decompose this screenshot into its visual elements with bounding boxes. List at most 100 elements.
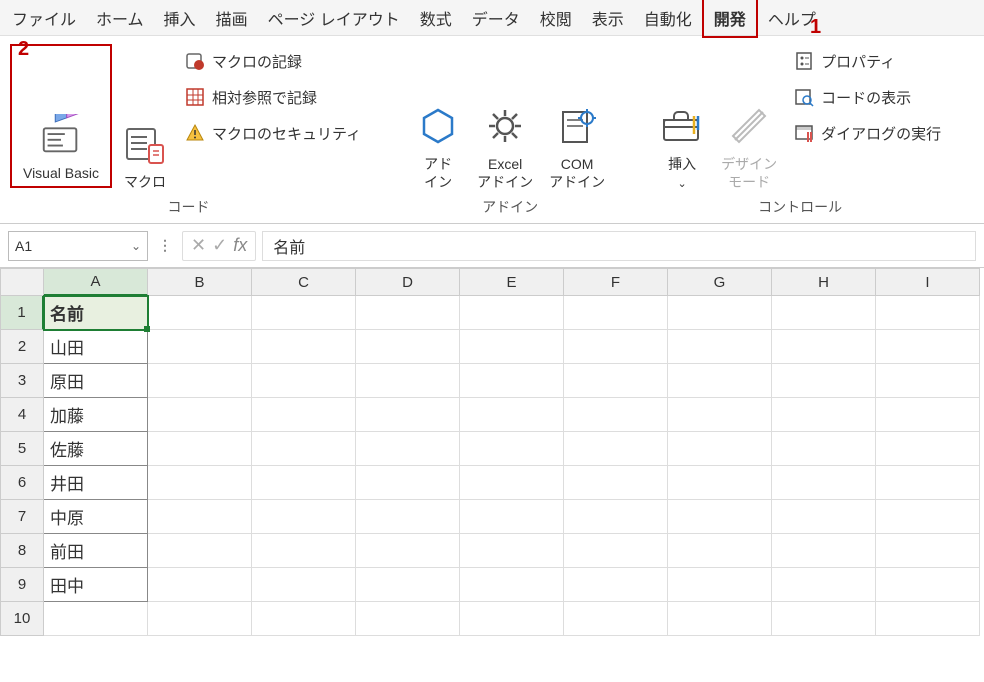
cell-C1[interactable] — [252, 296, 356, 330]
view-code-button[interactable]: コードの表示 — [787, 82, 947, 112]
cell-H9[interactable] — [772, 568, 876, 602]
cell-I4[interactable] — [876, 398, 980, 432]
design-mode-button[interactable]: デザイン モード — [713, 42, 785, 195]
com-addins-button[interactable]: COM アドイン — [541, 42, 613, 195]
cell-F4[interactable] — [564, 398, 668, 432]
cell-F8[interactable] — [564, 534, 668, 568]
cell-C5[interactable] — [252, 432, 356, 466]
row-header-9[interactable]: 9 — [0, 568, 44, 602]
cell-D7[interactable] — [356, 500, 460, 534]
menu-data[interactable]: データ — [462, 0, 530, 36]
cancel-icon[interactable]: ✕ — [191, 235, 206, 256]
col-header-B[interactable]: B — [148, 268, 252, 296]
record-macro-button[interactable]: マクロの記録 — [178, 46, 367, 76]
cell-F3[interactable] — [564, 364, 668, 398]
cell-F7[interactable] — [564, 500, 668, 534]
chevron-down-icon[interactable]: ⌄ — [131, 239, 141, 253]
cell-I7[interactable] — [876, 500, 980, 534]
fx-icon[interactable]: fx — [233, 235, 247, 256]
cell-B3[interactable] — [148, 364, 252, 398]
cell-G3[interactable] — [668, 364, 772, 398]
cell-E4[interactable] — [460, 398, 564, 432]
cell-I10[interactable] — [876, 602, 980, 636]
cell-E2[interactable] — [460, 330, 564, 364]
cell-F10[interactable] — [564, 602, 668, 636]
col-header-H[interactable]: H — [772, 268, 876, 296]
cell-E9[interactable] — [460, 568, 564, 602]
cell-F6[interactable] — [564, 466, 668, 500]
row-header-8[interactable]: 8 — [0, 534, 44, 568]
cell-G4[interactable] — [668, 398, 772, 432]
row-header-5[interactable]: 5 — [0, 432, 44, 466]
formula-input[interactable]: 名前 — [262, 231, 976, 261]
col-header-I[interactable]: I — [876, 268, 980, 296]
col-header-A[interactable]: A — [44, 268, 148, 296]
cell-E7[interactable] — [460, 500, 564, 534]
menu-review[interactable]: 校閲 — [530, 0, 582, 36]
menu-formula[interactable]: 数式 — [410, 0, 462, 36]
cell-A9[interactable]: 田中 — [44, 568, 148, 602]
cell-F2[interactable] — [564, 330, 668, 364]
cell-B10[interactable] — [148, 602, 252, 636]
cell-G7[interactable] — [668, 500, 772, 534]
addins-button[interactable]: アド イン — [407, 42, 469, 195]
cell-E3[interactable] — [460, 364, 564, 398]
cell-C8[interactable] — [252, 534, 356, 568]
cell-E1[interactable] — [460, 296, 564, 330]
cell-A10[interactable] — [44, 602, 148, 636]
menu-page-layout[interactable]: ページ レイアウト — [258, 0, 410, 36]
cell-D6[interactable] — [356, 466, 460, 500]
cell-G8[interactable] — [668, 534, 772, 568]
row-header-4[interactable]: 4 — [0, 398, 44, 432]
cell-E10[interactable] — [460, 602, 564, 636]
cell-H2[interactable] — [772, 330, 876, 364]
cell-A1[interactable]: 名前 — [44, 296, 148, 330]
cell-H8[interactable] — [772, 534, 876, 568]
cell-I2[interactable] — [876, 330, 980, 364]
cell-D4[interactable] — [356, 398, 460, 432]
row-header-6[interactable]: 6 — [0, 466, 44, 500]
cell-C2[interactable] — [252, 330, 356, 364]
cell-C4[interactable] — [252, 398, 356, 432]
col-header-D[interactable]: D — [356, 268, 460, 296]
cell-G5[interactable] — [668, 432, 772, 466]
select-all-corner[interactable] — [0, 268, 44, 296]
cell-B1[interactable] — [148, 296, 252, 330]
cell-C10[interactable] — [252, 602, 356, 636]
cell-A5[interactable]: 佐藤 — [44, 432, 148, 466]
enter-icon[interactable]: ✓ — [212, 235, 227, 256]
properties-button[interactable]: プロパティ — [787, 46, 947, 76]
cell-E8[interactable] — [460, 534, 564, 568]
cell-E6[interactable] — [460, 466, 564, 500]
cell-D1[interactable] — [356, 296, 460, 330]
cell-G9[interactable] — [668, 568, 772, 602]
row-header-7[interactable]: 7 — [0, 500, 44, 534]
row-header-3[interactable]: 3 — [0, 364, 44, 398]
row-header-10[interactable]: 10 — [0, 602, 44, 636]
cell-H6[interactable] — [772, 466, 876, 500]
cell-I9[interactable] — [876, 568, 980, 602]
relative-ref-button[interactable]: 相対参照で記録 — [178, 82, 367, 112]
cell-D2[interactable] — [356, 330, 460, 364]
cell-H5[interactable] — [772, 432, 876, 466]
cell-C7[interactable] — [252, 500, 356, 534]
cell-H1[interactable] — [772, 296, 876, 330]
menu-draw[interactable]: 描画 — [206, 0, 258, 36]
cell-F9[interactable] — [564, 568, 668, 602]
cell-I5[interactable] — [876, 432, 980, 466]
run-dialog-button[interactable]: ダイアログの実行 — [787, 118, 947, 148]
cell-G10[interactable] — [668, 602, 772, 636]
col-header-E[interactable]: E — [460, 268, 564, 296]
row-header-1[interactable]: 1 — [0, 296, 44, 330]
macros-button[interactable]: マクロ — [114, 42, 176, 195]
cell-B9[interactable] — [148, 568, 252, 602]
cell-B6[interactable] — [148, 466, 252, 500]
cell-A8[interactable]: 前田 — [44, 534, 148, 568]
menu-developer[interactable]: 開発 — [702, 0, 758, 38]
cell-G6[interactable] — [668, 466, 772, 500]
cell-F5[interactable] — [564, 432, 668, 466]
cell-B7[interactable] — [148, 500, 252, 534]
col-header-C[interactable]: C — [252, 268, 356, 296]
cell-A4[interactable]: 加藤 — [44, 398, 148, 432]
visual-basic-button[interactable]: Visual Basic — [10, 44, 112, 188]
